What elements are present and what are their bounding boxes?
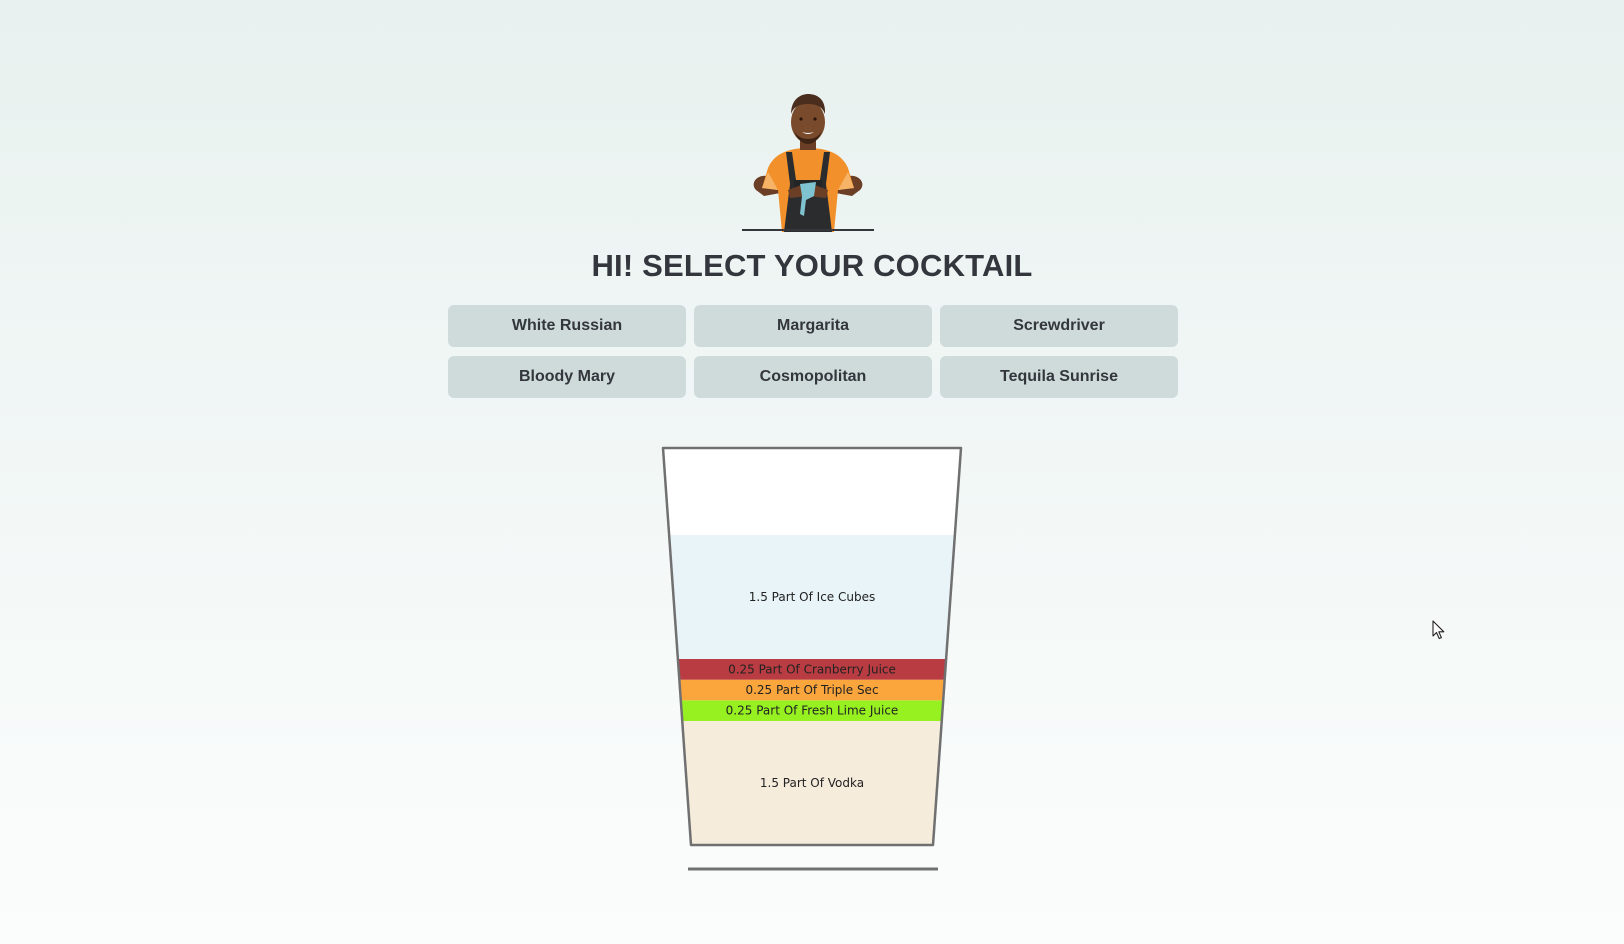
margarita-button[interactable]: Margarita: [694, 305, 932, 347]
mouse-cursor-icon: [1432, 620, 1445, 640]
glass-layer-label: 0.25 Part Of Cranberry Juice: [728, 662, 896, 676]
glass-layer-label: 0.25 Part Of Triple Sec: [745, 683, 878, 697]
cosmopolitan-button[interactable]: Cosmopolitan: [694, 356, 932, 398]
page-title: HI! SELECT YOUR COCKTAIL: [591, 248, 1033, 283]
glass-graphic: 1.5 Part Of Vodka 0.25 Part Of Fresh Lime…: [661, 446, 963, 871]
cocktail-glass: 1.5 Part Of Vodka 0.25 Part Of Fresh Lime…: [660, 445, 964, 875]
screwdriver-button[interactable]: Screwdriver: [940, 305, 1178, 347]
glass-layer-label: 1.5 Part Of Ice Cubes: [749, 590, 875, 604]
bloody-mary-button[interactable]: Bloody Mary: [448, 356, 686, 398]
glass-layer-label: 1.5 Part Of Vodka: [760, 776, 864, 790]
tequila-sunrise-button[interactable]: Tequila Sunrise: [940, 356, 1178, 398]
glass-layer-label: 0.25 Part Of Fresh Lime Juice: [726, 704, 899, 718]
white-russian-button[interactable]: White Russian: [448, 305, 686, 347]
cocktail-options: White Russian Margarita Screwdriver Bloo…: [448, 305, 1178, 398]
bartender-icon: [742, 94, 874, 232]
